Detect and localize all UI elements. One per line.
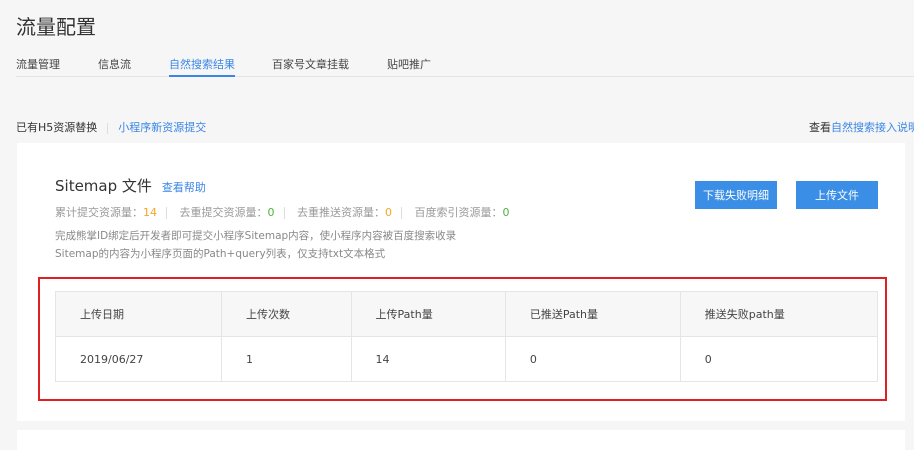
download-failures-button[interactable]: 下载失败明细 (695, 181, 777, 209)
table-header: 上传日期 上传次数 上传Path量 已推送Path量 推送失败path量 (55, 291, 879, 337)
tab-tieba[interactable]: 贴吧推广 (387, 56, 431, 77)
tab-baijiahao[interactable]: 百家号文章挂载 (272, 56, 349, 77)
stat-label: 累计提交资源量： (55, 206, 143, 219)
tab-feed[interactable]: 信息流 (98, 56, 131, 77)
stats-row: 累计提交资源量：14 去重提交资源量：0 去重推送资源量：0 百度索引资源量：0 (55, 204, 510, 220)
description-line: 完成熊掌ID绑定后开发者即可提交小程序Sitemap内容，使小程序内容被百度搜索… (55, 230, 457, 242)
page-title: 流量配置 (16, 15, 96, 39)
next-card (17, 430, 905, 450)
table-cell: 1 (221, 336, 352, 382)
help-link[interactable]: 查看帮助 (162, 181, 206, 194)
sub-nav: 已有H5资源替换 小程序新资源提交 (16, 119, 206, 135)
tab-bar: 流量管理 信息流 自然搜索结果 百家号文章挂载 贴吧推广 (16, 56, 914, 77)
stat-value: 14 (143, 206, 157, 219)
column-header: 上传Path量 (350, 291, 506, 337)
help-right: 查看自然搜索接入说明 (809, 119, 914, 135)
upload-table: 上传日期 上传次数 上传Path量 已推送Path量 推送失败path量 201… (55, 291, 879, 382)
sitemap-title: Sitemap 文件 查看帮助 (55, 175, 206, 196)
table-cell: 14 (350, 336, 506, 382)
stat-value: 0 (385, 206, 392, 219)
stat-value: 0 (267, 206, 275, 219)
stat-label: 百度索引资源量： (414, 206, 503, 219)
description-line: Sitemap的内容为小程序页面的Path+query列表，仅支持txt文本格式 (55, 248, 386, 260)
tab-natural-search[interactable]: 自然搜索结果 (169, 56, 235, 77)
column-header: 推送失败path量 (679, 291, 879, 337)
tab-traffic-management[interactable]: 流量管理 (16, 56, 60, 77)
help-prefix: 查看 (809, 121, 831, 134)
upload-file-button[interactable]: 上传文件 (796, 181, 878, 209)
stat-value: 0 (502, 206, 510, 219)
table-row: 2019/06/27 1 14 0 0 (55, 336, 879, 382)
column-header: 上传次数 (221, 291, 352, 337)
column-header: 上传日期 (55, 291, 222, 337)
natural-search-guide-link[interactable]: 自然搜索接入说明 (831, 121, 914, 134)
subnav-miniprogram-submit[interactable]: 小程序新资源提交 (118, 121, 206, 134)
table-cell: 2019/06/27 (55, 336, 222, 382)
table-cell: 0 (679, 336, 879, 382)
stat-label: 去重推送资源量： (297, 206, 385, 219)
table-cell: 0 (504, 336, 681, 382)
divider (107, 122, 109, 134)
column-header: 已推送Path量 (504, 291, 681, 337)
stat-label: 去重提交资源量： (179, 206, 268, 219)
sitemap-title-text: Sitemap 文件 (55, 177, 152, 195)
subnav-h5-replace[interactable]: 已有H5资源替换 (16, 121, 97, 134)
